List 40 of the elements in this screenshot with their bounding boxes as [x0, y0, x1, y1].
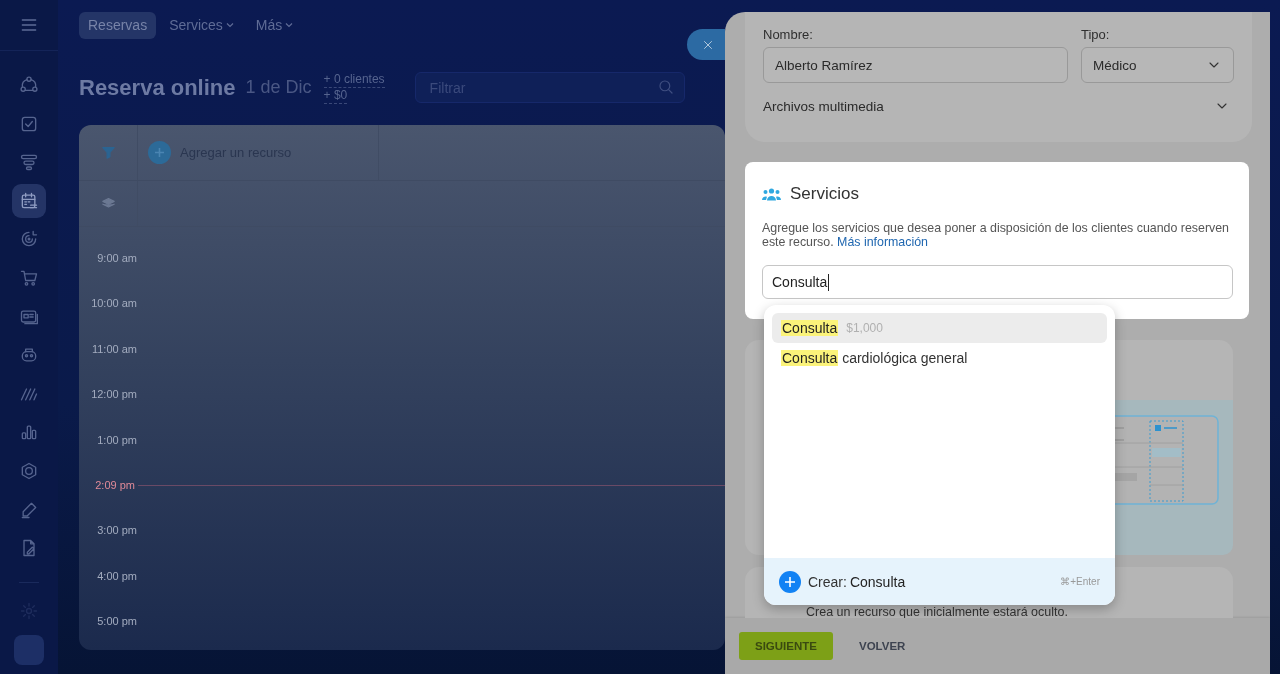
time-label: 9:00 am [97, 252, 137, 264]
nav-tab[interactable]: Services [160, 11, 243, 39]
network-icon [19, 75, 39, 95]
people-icon [762, 187, 781, 201]
shortcut-hint: ⌘+Enter [1060, 576, 1100, 587]
section-title: Servicios [790, 184, 859, 204]
media-section-toggle[interactable]: Archivos multimedia [763, 98, 1234, 114]
name-field[interactable]: Alberto Ramírez [763, 47, 1068, 83]
time-label: 5:00 pm [97, 615, 137, 628]
page-title: Reserva online [79, 74, 236, 101]
suggestion-option[interactable]: Consulta cardiológica general [772, 343, 1107, 373]
calendar-icon [19, 190, 39, 211]
services-description: Agregue los servicios que desea poner a disposición de los clientes cuando reserven este recurso. Más información [762, 221, 1230, 249]
funnel-icon [19, 152, 39, 173]
nav-tab[interactable]: Reservas [79, 11, 157, 39]
suggestion-option[interactable]: Consulta $1,000 [772, 313, 1107, 343]
close-button[interactable] [687, 29, 725, 60]
current-time-label: 2:09 pm [94, 478, 135, 491]
create-option[interactable]: Crear: Consulta ⌘+Enter [764, 558, 1115, 605]
option-description: Crea un recurso que inicialmente estará oculto. [806, 606, 1068, 618]
time-label: 10:00 am [91, 297, 137, 310]
hexagon-icon [19, 460, 39, 481]
plus-icon [148, 141, 171, 164]
time-label: 4:00 pm [97, 569, 137, 582]
date-label: 1 de Dic [245, 77, 312, 98]
search-icon[interactable] [656, 78, 675, 96]
time-label: 11:00 am [91, 342, 137, 355]
field-label: Nombre: [763, 27, 814, 42]
field-label: Tipo: [1081, 27, 1110, 42]
time-label: 1:00 pm [97, 433, 137, 446]
service-search-field[interactable]: Consulta [762, 265, 1233, 299]
plus-icon [779, 570, 801, 593]
time-label: 3:00 pm [97, 524, 137, 537]
sidebar-item[interactable] [12, 183, 46, 218]
next-button[interactable]: SIGUIENTE [739, 632, 833, 660]
nav-tab[interactable]: Más [246, 11, 303, 39]
back-button[interactable]: VOLVER [843, 632, 922, 660]
type-dropdown[interactable]: Médico [1081, 47, 1234, 83]
time-label: 12:00 pm [91, 388, 137, 401]
more-info-link[interactable]: Más información [837, 235, 928, 249]
